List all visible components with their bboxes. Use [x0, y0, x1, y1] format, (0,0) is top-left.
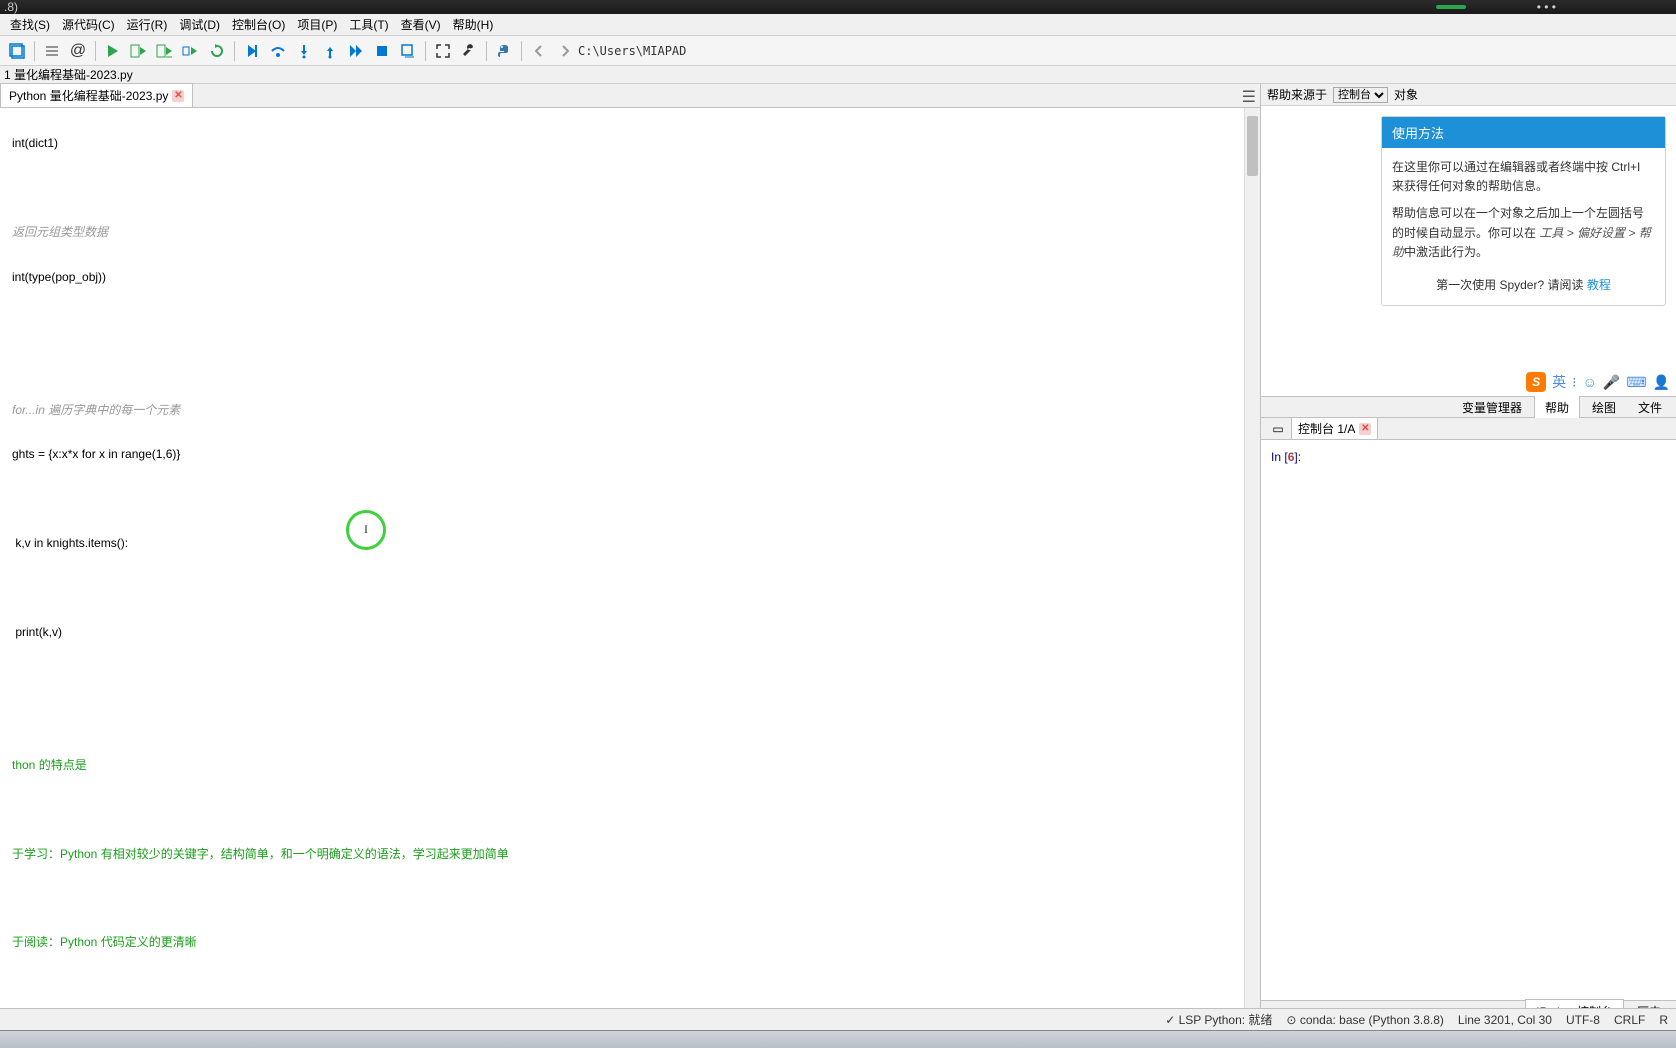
help-card-title: 使用方法 [1382, 117, 1665, 148]
at-icon[interactable]: @ [66, 39, 90, 63]
breadcrumb-text: 1 量化编程基础-2023.py [4, 66, 133, 83]
ime-dots-icon[interactable]: ⁝ [1572, 374, 1576, 391]
hamburger-icon[interactable]: ☰ [1242, 87, 1256, 107]
menu-find[interactable]: 查找(S) [4, 14, 56, 35]
help-p2: 帮助信息可以在一个对象之后加上一个左圆括号的时候自动显示。你可以在 工具 > 偏… [1392, 204, 1655, 262]
main-area: Python 量化编程基础-2023.py ✕ ☰ int(dict1) 返回元… [0, 84, 1676, 1022]
ime-toolbar[interactable]: S 英 ⁝ ☺ 🎤 ⌨ 👤 [1526, 372, 1670, 392]
menu-source[interactable]: 源代码(C) [56, 14, 121, 35]
sogou-icon[interactable]: S [1526, 372, 1546, 392]
status-eol: CRLF [1614, 1013, 1645, 1027]
close-icon[interactable]: ✕ [1359, 423, 1371, 435]
menu-debug[interactable]: 调试(D) [173, 14, 226, 35]
help-object-label: 对象 [1394, 86, 1418, 103]
breadcrumb: 1 量化编程基础-2023.py [0, 66, 1676, 84]
menu-project[interactable]: 项目(P) [291, 14, 343, 35]
os-taskbar[interactable] [0, 1030, 1676, 1048]
maximize-icon[interactable] [431, 39, 455, 63]
stop-icon[interactable] [370, 39, 394, 63]
help-body: 使用方法 在这里你可以通过在编辑器或者终端中按 Ctrl+I 来获得任何对象的帮… [1261, 106, 1676, 396]
continue-icon[interactable] [344, 39, 368, 63]
ime-mic-icon[interactable]: 🎤 [1603, 374, 1620, 391]
title-progress [1436, 5, 1466, 9]
run-selection-icon[interactable] [179, 39, 203, 63]
tutorial-link[interactable]: 教程 [1587, 278, 1611, 292]
step-out-icon[interactable] [318, 39, 342, 63]
menu-help[interactable]: 帮助(H) [447, 14, 500, 35]
status-lsp: ✓ LSP Python: 就绪 [1165, 1011, 1272, 1028]
console-menu-icon[interactable]: ▭ [1266, 417, 1290, 441]
tab-plot[interactable]: 绘图 [1582, 396, 1626, 419]
console-prompt: In [6]: [1271, 450, 1301, 464]
ime-face-icon[interactable]: ☺ [1583, 374, 1597, 390]
editor-tab-label: Python 量化编程基础-2023.py [9, 87, 168, 104]
back-icon[interactable] [527, 39, 551, 63]
menu-bar: 查找(S) 源代码(C) 运行(R) 调试(D) 控制台(O) 项目(P) 工具… [0, 14, 1676, 36]
menu-console[interactable]: 控制台(O) [226, 14, 291, 35]
title-dots: • • • [1537, 0, 1556, 14]
menu-run[interactable]: 运行(R) [121, 14, 174, 35]
ipython-console[interactable]: In [6]: [1261, 440, 1676, 1000]
help-tabs: 变量管理器 帮助 绘图 文件 [1261, 396, 1676, 418]
ime-keyboard-icon[interactable]: ⌨ [1626, 374, 1646, 391]
run-cell-icon[interactable] [127, 39, 151, 63]
console-tab[interactable]: 控制台 1/A ✕ [1291, 417, 1378, 440]
help-source-select[interactable]: 控制台 [1333, 87, 1388, 103]
status-conda: ⊙ conda: base (Python 3.8.8) [1286, 1013, 1443, 1027]
status-line-col: Line 3201, Col 30 [1458, 1013, 1552, 1027]
menu-view[interactable]: 查看(V) [395, 14, 447, 35]
window-titlebar: .8) • • • [0, 0, 1676, 14]
status-rw: R [1659, 1013, 1668, 1027]
menu-tools[interactable]: 工具(T) [343, 14, 394, 35]
help-header: 帮助来源于 控制台 对象 [1261, 84, 1676, 106]
close-icon[interactable]: ✕ [172, 90, 184, 102]
help-card: 使用方法 在这里你可以通过在编辑器或者终端中按 Ctrl+I 来获得任何对象的帮… [1381, 116, 1666, 306]
ime-user-icon[interactable]: 👤 [1653, 374, 1670, 391]
working-dir-path: C:\Users\MIAPAD [578, 44, 686, 58]
editor-tab-bar: Python 量化编程基础-2023.py ✕ ☰ [0, 84, 1260, 108]
wrench-icon[interactable] [457, 39, 481, 63]
status-bar: ✓ LSP Python: 就绪 ⊙ conda: base (Python 3… [0, 1008, 1676, 1030]
pythonpath-icon[interactable] [492, 39, 516, 63]
debug-stop-icon[interactable] [396, 39, 420, 63]
tab-file[interactable]: 文件 [1628, 396, 1672, 419]
step-over-icon[interactable] [266, 39, 290, 63]
tab-help[interactable]: 帮助 [1534, 395, 1580, 420]
run-cell-advance-icon[interactable] [153, 39, 177, 63]
rerun-icon[interactable] [205, 39, 229, 63]
code-editor[interactable]: int(dict1) 返回元组类型数据 int(type(pop_obj)) f… [0, 108, 1260, 1022]
save-all-icon[interactable] [5, 39, 29, 63]
ime-lang[interactable]: 英 [1552, 372, 1566, 392]
help-source-label: 帮助来源于 [1267, 86, 1327, 103]
right-pane: 帮助来源于 控制台 对象 使用方法 在这里你可以通过在编辑器或者终端中按 Ctr… [1261, 84, 1676, 1022]
help-p1: 在这里你可以通过在编辑器或者终端中按 Ctrl+I 来获得任何对象的帮助信息。 [1392, 158, 1655, 196]
editor-pane: Python 量化编程基础-2023.py ✕ ☰ int(dict1) 返回元… [0, 84, 1261, 1022]
editor-scrollbar[interactable] [1244, 108, 1260, 1022]
title-text: .8) [4, 0, 18, 14]
tab-vars[interactable]: 变量管理器 [1452, 396, 1532, 419]
console-tabs: ▭ 控制台 1/A ✕ [1261, 418, 1676, 440]
debug-icon[interactable] [240, 39, 264, 63]
toolbar: @ C:\Users\MIAPAD [0, 36, 1676, 66]
editor-tab[interactable]: Python 量化编程基础-2023.py ✕ [0, 83, 193, 107]
status-encoding: UTF-8 [1566, 1013, 1600, 1027]
step-in-icon[interactable] [292, 39, 316, 63]
help-first-use: 第一次使用 Spyder? 请阅读 教程 [1392, 276, 1655, 295]
forward-icon[interactable] [553, 39, 577, 63]
bullet-icon[interactable] [40, 39, 64, 63]
run-icon[interactable] [101, 39, 125, 63]
